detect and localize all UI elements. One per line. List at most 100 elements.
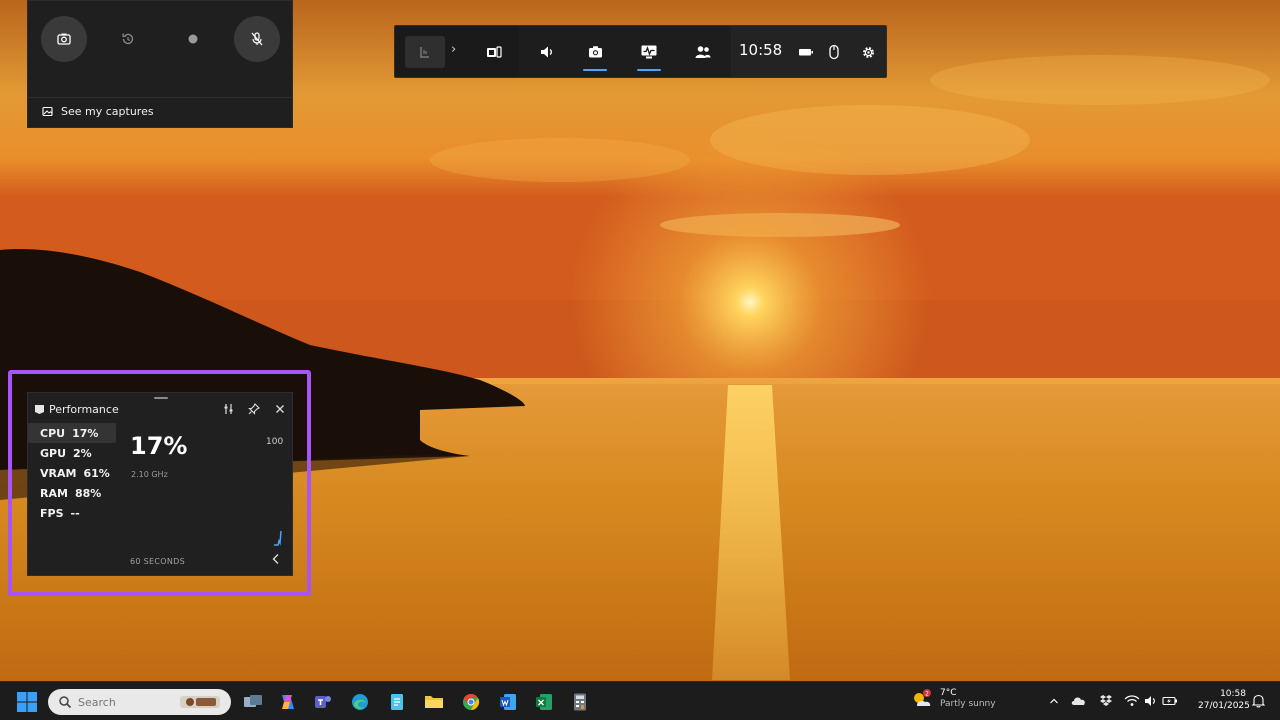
see-my-captures-link[interactable]: See my captures (42, 105, 154, 118)
metric-label: GPU (40, 446, 67, 460)
edge-icon (352, 694, 368, 710)
controller-status (820, 38, 848, 66)
selected-metric-value: 17% (130, 432, 188, 460)
dropbox-icon (1100, 695, 1112, 706)
tray-battery[interactable] (1162, 693, 1178, 709)
taskbar-weather[interactable]: 2 7°C Partly sunny (910, 687, 996, 711)
battery-icon (799, 49, 813, 56)
metric-gpu[interactable]: GPU 2% (28, 443, 116, 463)
audio-widget-button[interactable] (533, 38, 561, 66)
chevron-left-icon (272, 554, 279, 564)
game-bar-widgets-segment (519, 26, 731, 77)
taskbar-calculator[interactable] (567, 689, 593, 715)
word-icon (500, 694, 516, 710)
metric-ram[interactable]: RAM 88% (28, 483, 116, 503)
game-bar: › 10:58 (394, 25, 887, 78)
capture-widget: See my captures (27, 0, 293, 128)
show-hidden-icons-button[interactable] (1046, 693, 1062, 709)
taskbar-clock[interactable]: 10:58 27/01/2025 (1198, 688, 1250, 712)
search-input[interactable] (78, 695, 178, 709)
chrome-icon (463, 693, 480, 711)
collapse-button[interactable] (268, 551, 284, 567)
graph-time-span: 60 SECONDS (130, 557, 185, 566)
metric-value: 2% (73, 446, 92, 460)
taskbar-copilot[interactable] (275, 689, 301, 715)
bell-icon (1251, 694, 1265, 708)
mouse-icon (829, 44, 839, 60)
tray-dropbox[interactable] (1098, 693, 1114, 709)
wifi-icon (1124, 695, 1140, 706)
search-icon (59, 696, 72, 709)
sliders-icon (224, 404, 233, 414)
performance-widget: Performance CPU 17% GPU 2% VRAM 61% RAM … (27, 392, 293, 576)
settings-button[interactable] (854, 38, 882, 66)
mic-off-icon (251, 32, 263, 46)
tray-onedrive[interactable] (1071, 693, 1087, 709)
tray-wifi[interactable] (1124, 693, 1140, 709)
metric-fps[interactable]: FPS -- (28, 503, 116, 523)
performance-monitor-icon (641, 45, 657, 59)
taskbar-excel[interactable] (531, 689, 557, 715)
close-button[interactable] (272, 401, 288, 417)
tray-volume[interactable] (1143, 693, 1159, 709)
weather-badge: 2 (925, 691, 929, 698)
cloud-icon (1071, 697, 1085, 705)
cpu-frequency: 2.10 GHz (131, 470, 168, 479)
game-bar-home-segment: › (395, 26, 519, 77)
mic-toggle-button[interactable] (234, 16, 280, 62)
metric-value: 17% (72, 426, 99, 440)
record-dot-icon (188, 34, 198, 44)
chevron-right-icon[interactable]: › (451, 42, 456, 57)
metric-label: RAM (40, 486, 68, 500)
taskbar-edge[interactable] (347, 689, 373, 715)
taskbar-chrome[interactable] (458, 689, 484, 715)
notification-button[interactable] (1250, 693, 1266, 709)
taskbar-task-view[interactable] (240, 689, 266, 715)
metric-cpu[interactable]: CPU 17% (28, 423, 116, 443)
search-highlight-icon (180, 696, 220, 708)
taskbar: 2 7°C Partly sunny (0, 681, 1280, 720)
game-bar-home-button[interactable] (405, 36, 445, 68)
weather-description: Partly sunny (940, 699, 996, 709)
metric-label: CPU (40, 426, 66, 440)
pin-button[interactable] (246, 401, 262, 417)
gear-icon (862, 46, 874, 58)
screenshot-button[interactable] (41, 16, 87, 62)
gallery-icon (42, 106, 53, 116)
calculator-icon (574, 693, 586, 711)
partly-sunny-icon: 2 (914, 689, 931, 706)
taskbar-time: 10:58 (1220, 689, 1246, 699)
task-view-icon (244, 695, 262, 707)
taskbar-search[interactable] (48, 689, 231, 715)
widget-store-button[interactable] (480, 38, 508, 66)
taskbar-word[interactable] (495, 689, 521, 715)
folder-icon (425, 696, 443, 708)
capture-widget-button[interactable] (581, 38, 609, 66)
speaker-icon (541, 46, 552, 58)
teams-icon (315, 696, 331, 708)
capture-divider (28, 97, 292, 98)
widget-menu-icon (487, 46, 502, 58)
chevron-up-icon (1050, 698, 1058, 704)
record-last-button[interactable] (105, 16, 151, 62)
weather-temperature: 7°C (940, 688, 957, 698)
camera-icon (588, 46, 602, 58)
metric-value: -- (70, 506, 80, 520)
social-widget-button[interactable] (689, 38, 717, 66)
metric-vram[interactable]: VRAM 61% (28, 463, 116, 483)
game-bar-clock: 10:58 (739, 41, 783, 59)
camera-icon (57, 33, 71, 45)
metric-value: 88% (74, 486, 102, 500)
taskbar-notepad[interactable] (384, 689, 410, 715)
see-my-captures-label: See my captures (61, 105, 154, 118)
taskbar-teams[interactable] (310, 689, 336, 715)
start-recording-button[interactable] (170, 16, 216, 62)
performance-widget-icon (35, 405, 44, 414)
performance-widget-button[interactable] (635, 38, 663, 66)
performance-title: Performance (49, 403, 119, 416)
metric-label: FPS (40, 506, 64, 520)
taskbar-file-explorer[interactable] (421, 689, 447, 715)
performance-options-button[interactable] (221, 401, 237, 417)
windows-start-icon[interactable] (16, 691, 38, 713)
usage-graph-line (274, 530, 282, 546)
